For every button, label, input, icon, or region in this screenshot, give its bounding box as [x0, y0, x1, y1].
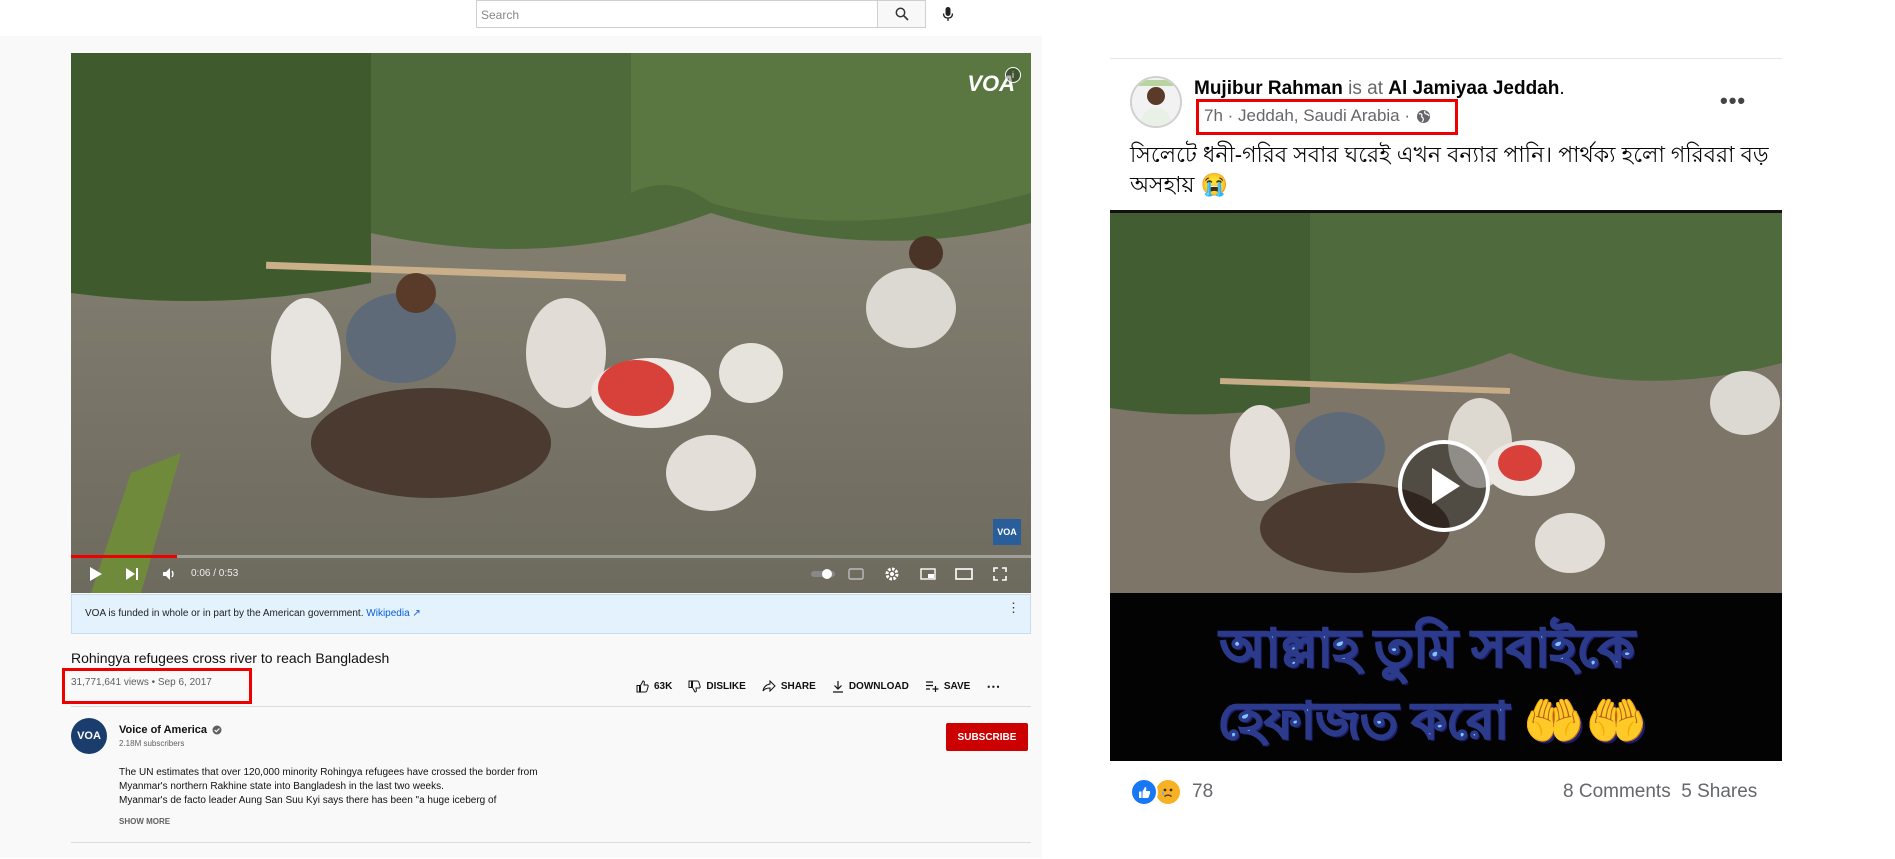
info-panel: VOA is funded in whole or in part by the…	[71, 594, 1031, 634]
play-button[interactable]	[85, 563, 107, 585]
external-link-icon: ↗	[412, 608, 421, 619]
channel-name[interactable]: Voice of America	[119, 724, 207, 736]
like-reaction-icon[interactable]	[1130, 778, 1158, 806]
share-button[interactable]: SHARE	[762, 680, 816, 692]
is-at-text: is at	[1348, 78, 1383, 99]
post-options-button[interactable]: •••	[1720, 88, 1746, 114]
playlist-add-icon	[925, 681, 939, 692]
more-horiz-icon: ⋯	[986, 677, 1001, 694]
play-icon	[1432, 468, 1460, 504]
description-line: The UN estimates that over 120,000 minor…	[119, 767, 538, 778]
divider	[71, 842, 1031, 843]
next-button[interactable]	[121, 563, 143, 585]
download-label: DOWNLOAD	[848, 680, 909, 692]
settings-button[interactable]	[881, 563, 903, 585]
info-icon[interactable]: i	[1005, 67, 1021, 83]
comments-count[interactable]: 8 Comments	[1563, 781, 1671, 802]
save-button[interactable]: SAVE	[925, 680, 971, 692]
divider	[71, 706, 1031, 707]
video-description: The UN estimates that over 120,000 minor…	[119, 766, 579, 808]
post-header: Mujibur Rahman is at Al Jamiyaa Jeddah.	[1194, 78, 1565, 100]
miniplayer-button[interactable]	[917, 563, 939, 585]
channel-name-row: Voice of America	[119, 724, 222, 736]
thumbs-up-icon	[636, 679, 649, 692]
gear-icon	[885, 567, 899, 581]
channel-avatar[interactable]: VOA	[71, 718, 107, 754]
search-input[interactable]: Search	[476, 0, 878, 28]
save-label: SAVE	[943, 680, 971, 692]
miniplayer-icon	[920, 568, 936, 580]
share-label: SHARE	[780, 680, 816, 692]
thumbs-up-icon	[1138, 786, 1150, 798]
verified-icon	[212, 725, 222, 735]
theater-mode-button[interactable]	[953, 563, 975, 585]
view-count-date: 31,771,641 views • Sep 6, 2017	[71, 677, 212, 688]
sad-reaction-icon[interactable]	[1154, 778, 1182, 806]
place-name[interactable]: Al Jamiyaa Jeddah	[1388, 78, 1559, 99]
next-icon	[126, 568, 138, 580]
more-vert-icon[interactable]: ⋮	[1007, 601, 1020, 614]
reaction-count[interactable]: 78	[1192, 781, 1213, 803]
highlight-box-time-location	[1196, 99, 1458, 135]
video-caption-line-1: আল্লাহ তুমি সবাইকে	[1219, 619, 1635, 679]
like-count: 63K	[654, 680, 673, 692]
show-more-button[interactable]: SHOW MORE	[119, 817, 170, 826]
volume-button[interactable]	[159, 563, 181, 585]
theater-icon	[955, 568, 973, 580]
shares-count[interactable]: 5 Shares	[1681, 781, 1757, 802]
fullscreen-icon	[993, 567, 1007, 581]
dislike-button[interactable]: DISLIKE	[688, 680, 746, 693]
dislike-label: DISLIKE	[706, 680, 746, 692]
download-button[interactable]: DOWNLOAD	[832, 680, 909, 693]
volume-icon	[163, 568, 174, 580]
description-line: Myanmar's northern Rakhine state into Ba…	[119, 781, 444, 792]
more-actions-button[interactable]: ⋯	[986, 678, 1000, 695]
engagement-counts: 8 Comments 5 Shares	[1563, 781, 1757, 803]
search-icon	[895, 7, 909, 21]
autoplay-toggle[interactable]	[809, 563, 837, 585]
thumbs-down-icon	[688, 680, 702, 693]
video-time: 0:06 / 0:53	[191, 568, 239, 579]
play-button[interactable]	[1398, 440, 1490, 532]
author-avatar[interactable]	[1130, 76, 1182, 128]
period: .	[1559, 78, 1565, 99]
microphone-icon	[942, 7, 954, 21]
voa-corner-badge: VOA	[993, 519, 1021, 545]
author-name[interactable]: Mujibur Rahman	[1194, 78, 1343, 99]
subscriber-count: 2.18M subscribers	[119, 739, 185, 748]
player-controls: 0:06 / 0:53	[71, 555, 1031, 593]
voice-search-button[interactable]	[936, 2, 960, 26]
video-caption-line-2: হেফাজত করো 🤲🤲	[1217, 692, 1648, 750]
info-panel-text: VOA is funded in whole or in part by the…	[85, 608, 364, 619]
subscribe-button[interactable]: SUBSCRIBE	[946, 723, 1028, 751]
video-title: Rohingya refugees cross river to reach B…	[71, 650, 390, 666]
video-actions: 63K DISLIKE SHARE DOWNLOAD SAVE ⋯	[636, 677, 1016, 695]
more-horiz-icon: •••	[1720, 88, 1747, 113]
sad-face-icon	[1162, 788, 1173, 798]
post-video[interactable]	[1110, 210, 1782, 593]
fullscreen-button[interactable]	[989, 563, 1011, 585]
play-icon	[90, 567, 102, 581]
download-icon	[832, 680, 843, 693]
captions-icon	[848, 568, 864, 580]
video-thumbnail-image	[1110, 213, 1782, 593]
video-frame-image	[71, 53, 1031, 593]
video-player[interactable]: VOA i VOA	[71, 53, 1031, 593]
like-button[interactable]: 63K	[636, 679, 673, 693]
share-icon	[762, 680, 776, 692]
description-line: Myanmar's de facto leader Aung San Suu K…	[119, 795, 497, 806]
wikipedia-link[interactable]: Wikipedia	[366, 608, 409, 619]
autoplay-icon	[811, 569, 835, 579]
search-button[interactable]	[878, 0, 926, 28]
captions-button[interactable]	[845, 563, 867, 585]
post-text: সিলেটে ধনী-গরিব সবার ঘরেই এখন বন্যার পান…	[1130, 142, 1769, 197]
avatar-photo	[1132, 78, 1180, 126]
